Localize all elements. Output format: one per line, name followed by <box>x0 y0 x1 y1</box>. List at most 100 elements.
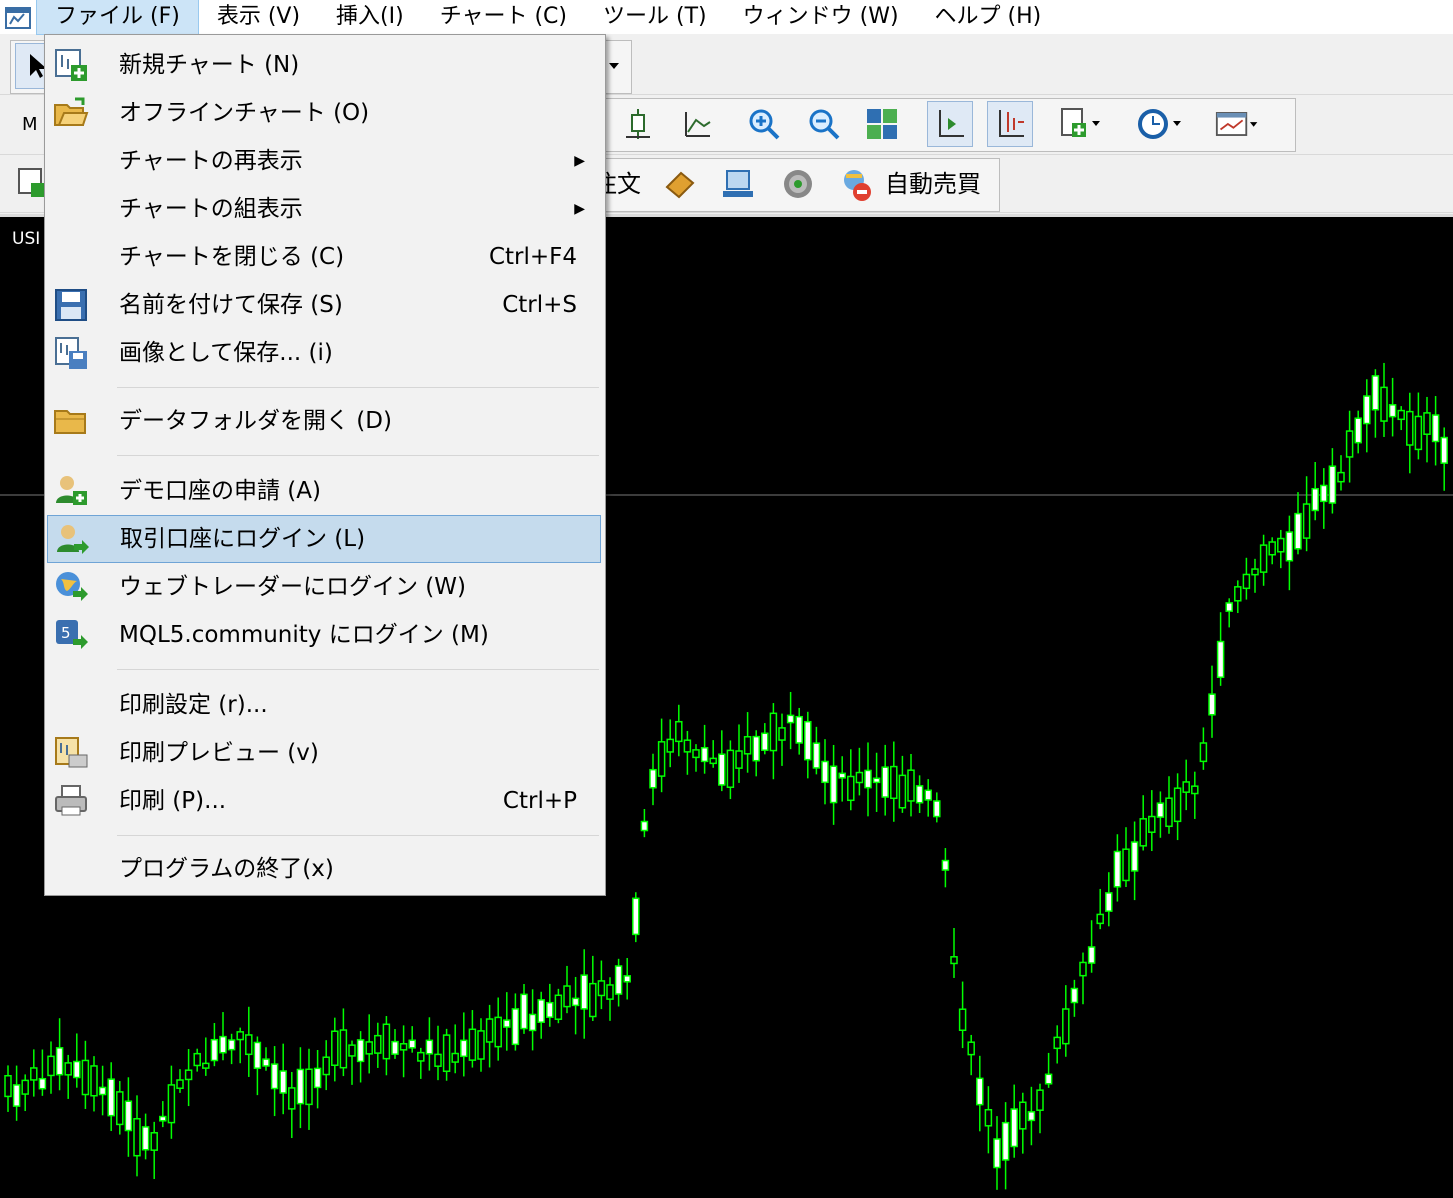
menu-item-exit[interactable]: プログラムの終了(x) <box>47 847 601 891</box>
candle-body <box>1363 395 1371 425</box>
candle-body <box>176 1079 184 1090</box>
save-image-icon <box>53 335 89 371</box>
menu-chart[interactable]: チャート (C) <box>422 0 585 34</box>
timeframe-clock-icon[interactable] <box>1137 101 1183 147</box>
menu-item-new-chart[interactable]: 新規チャート (N) <box>47 43 601 87</box>
globe-login-icon <box>53 569 89 605</box>
menu-tools[interactable]: ツール (T) <box>585 0 725 34</box>
candle-body <box>993 1138 1001 1169</box>
menu-item-label: 画像として保存... (i) <box>119 340 333 366</box>
candle-body <box>331 1030 339 1066</box>
candle-body <box>950 956 958 965</box>
menu-item-print-setup[interactable]: 印刷設定 (r)... <box>47 683 601 727</box>
menu-item-login-trade-account[interactable]: 取引口座にログイン (L) <box>47 515 601 563</box>
history-center-icon[interactable] <box>657 161 703 207</box>
candlestick-chart-icon[interactable] <box>615 101 661 147</box>
candle-body <box>1096 913 1104 925</box>
candle-body <box>1414 415 1423 451</box>
tile-windows-icon[interactable] <box>859 101 905 147</box>
candle-body <box>408 1039 416 1049</box>
menu-item-shortcut: Ctrl+P <box>502 788 577 814</box>
candle-body <box>838 772 846 779</box>
chart-shift-icon[interactable] <box>987 101 1033 147</box>
menu-insert[interactable]: 挿入(I) <box>318 0 422 34</box>
candle-body <box>898 774 907 809</box>
app-icon[interactable] <box>0 2 36 32</box>
menu-help[interactable]: ヘルプ (H) <box>917 0 1060 34</box>
candle-body <box>1294 512 1302 550</box>
candle-body <box>597 980 606 997</box>
candle-body <box>537 999 545 1023</box>
candle-body <box>924 789 932 801</box>
candle-body <box>735 750 743 769</box>
candle-body <box>1053 1036 1061 1050</box>
candle-body <box>554 994 563 1020</box>
candle-body <box>417 1051 425 1062</box>
candle-body <box>305 1068 313 1106</box>
menu-item-save-as[interactable]: 名前を付けて保存 (S) Ctrl+S <box>47 283 601 327</box>
menu-item-chart-set[interactable]: チャートの組表示 ▶ <box>47 187 601 231</box>
menu-item-print-preview[interactable]: 印刷プレビュー (v) <box>47 731 601 775</box>
zoom-out-icon[interactable] <box>801 101 847 147</box>
submenu-arrow-icon: ▶ <box>574 201 585 217</box>
candle-body <box>485 1018 494 1043</box>
candle-body <box>503 1019 511 1028</box>
auto-scroll-icon[interactable] <box>927 101 973 147</box>
menu-item-login-webtrader[interactable]: ウェブトレーダーにログイン (W) <box>47 565 601 609</box>
menu-file[interactable]: ファイル (F) <box>36 0 199 35</box>
candle-body <box>296 1068 305 1105</box>
candle-body <box>700 746 709 763</box>
menu-item-save-image[interactable]: 画像として保存... (i) <box>47 331 601 375</box>
line-chart-icon[interactable] <box>675 101 721 147</box>
candle-body <box>666 738 674 753</box>
candle-body <box>159 1115 167 1122</box>
candle-body <box>1122 848 1130 882</box>
menu-item-shortcut: Ctrl+S <box>502 292 577 318</box>
candle-body <box>348 1044 356 1057</box>
menu-window[interactable]: ウィンドウ (W) <box>725 0 917 34</box>
candle-body <box>494 1016 502 1048</box>
candle-body <box>1371 375 1380 411</box>
menu-item-label: チャートの再表示 <box>119 148 303 174</box>
candle-body <box>1148 815 1156 833</box>
candle-body <box>442 1034 451 1073</box>
mql5-login-icon: 5 <box>53 617 89 653</box>
menu-item-print[interactable]: 印刷 (P)... Ctrl+P <box>47 779 601 823</box>
candle-body <box>1010 1108 1018 1148</box>
candle-body <box>1019 1101 1027 1130</box>
zoom-in-icon[interactable] <box>741 101 787 147</box>
candle-body <box>210 1038 219 1062</box>
market-watch-icon[interactable] <box>715 161 761 207</box>
candle-body <box>73 1060 81 1079</box>
menu-item-label: チャートの組表示 <box>119 196 303 222</box>
menu-item-login-mql5[interactable]: 5 MQL5.community にログイン (M) <box>47 613 601 657</box>
templates-icon[interactable] <box>1215 101 1261 147</box>
menu-item-chart-redisplay[interactable]: チャートの再表示 ▶ <box>47 139 601 183</box>
menu-item-label: ウェブトレーダーにログイン (W) <box>119 574 466 600</box>
menu-item-label: チャートを閉じる (C) <box>119 244 345 270</box>
menu-bar: ファイル (F) 表示 (V) 挿入(I) チャート (C) ツール (T) ウ… <box>0 0 1453 35</box>
menu-item-label: 印刷 (P)... <box>119 788 227 814</box>
candle-body <box>941 859 950 871</box>
candle-body <box>202 1062 210 1069</box>
signals-icon[interactable] <box>775 161 821 207</box>
menu-item-close-chart[interactable]: チャートを閉じる (C) Ctrl+F4 <box>47 235 601 279</box>
auto-trading-icon[interactable] <box>833 161 879 207</box>
candle-body <box>786 714 795 724</box>
candle-body <box>1113 850 1122 888</box>
candle-body <box>253 1041 262 1069</box>
auto-trading-label[interactable]: 自動売買 <box>885 161 981 207</box>
candle-body <box>606 984 614 1000</box>
candle-body <box>227 1039 236 1051</box>
menu-separator <box>117 387 599 388</box>
candle-body <box>81 1059 90 1096</box>
candle-body <box>30 1067 38 1081</box>
candle-body <box>1087 946 1096 964</box>
menu-item-open-data-folder[interactable]: データフォルダを開く (D) <box>47 399 601 443</box>
candle-body <box>907 769 915 802</box>
menu-item-demo-account[interactable]: デモ口座の申請 (A) <box>47 469 601 513</box>
indicators-icon[interactable] <box>1057 101 1103 147</box>
menu-item-offline-chart[interactable]: オフラインチャート (O) <box>47 91 601 135</box>
candle-body <box>1062 1008 1070 1045</box>
menu-view[interactable]: 表示 (V) <box>199 0 318 34</box>
